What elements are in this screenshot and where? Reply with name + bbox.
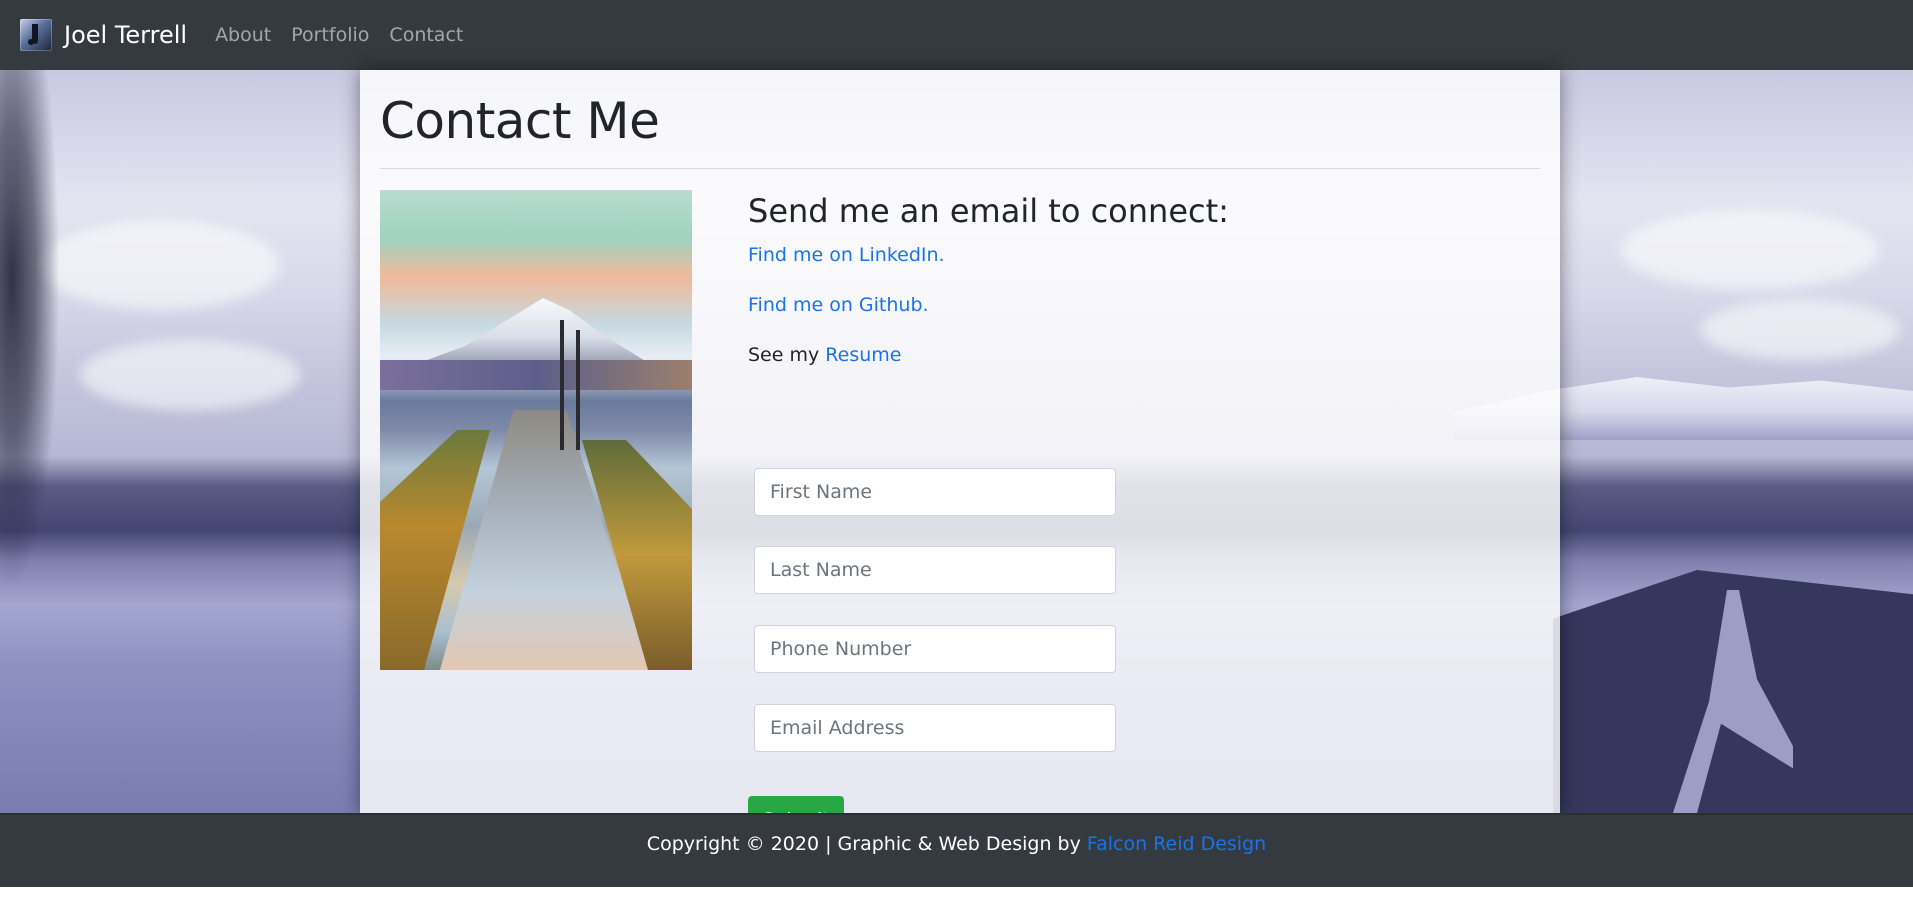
- nav-link-portfolio[interactable]: Portfolio: [291, 24, 369, 46]
- nav-link-contact[interactable]: Contact: [389, 24, 463, 46]
- brand-logo-icon[interactable]: [20, 19, 52, 51]
- footer: Copyright © 2020 | Graphic & Web Design …: [0, 813, 1913, 887]
- first-name-field[interactable]: [754, 468, 1116, 516]
- copyright-text: Copyright © 2020 | Graphic & Web Design …: [646, 833, 1081, 855]
- page-title: Contact Me: [380, 92, 660, 150]
- email-field[interactable]: [754, 704, 1116, 752]
- navbar: Joel Terrell About Portfolio Contact: [0, 0, 1913, 70]
- footer-text: Copyright © 2020 | Graphic & Web Design …: [647, 833, 1266, 855]
- resume-link[interactable]: Resume: [825, 344, 901, 366]
- designer-link[interactable]: Falcon Reid Design: [1087, 833, 1266, 855]
- github-link[interactable]: Find me on Github.: [748, 294, 929, 316]
- phone-field[interactable]: [754, 625, 1116, 673]
- linkedin-link[interactable]: Find me on LinkedIn.: [748, 244, 945, 266]
- resume-line: See my Resume: [748, 344, 901, 366]
- pier-photo: [380, 190, 692, 670]
- last-name-field[interactable]: [754, 546, 1116, 594]
- resume-prefix: See my: [748, 344, 820, 366]
- title-divider: [380, 168, 1540, 169]
- contact-subtitle: Send me an email to connect:: [748, 192, 1229, 230]
- contact-panel: Contact Me Send me an email to connect: …: [360, 70, 1560, 844]
- brand-name[interactable]: Joel Terrell: [64, 21, 187, 49]
- nav-link-about[interactable]: About: [215, 24, 271, 46]
